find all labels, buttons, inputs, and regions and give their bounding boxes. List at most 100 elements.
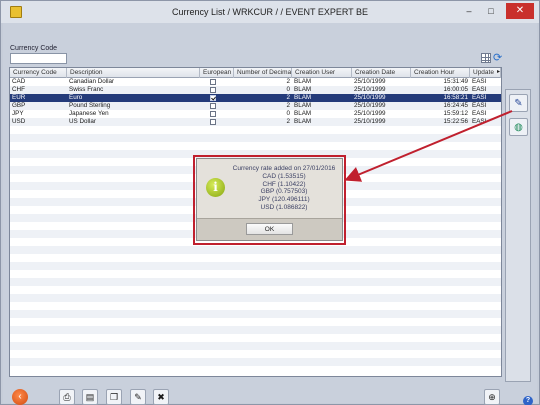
cell-decimals: 2 [286,78,290,85]
cell-decimals: 0 [286,86,290,93]
european-checkbox[interactable] [210,87,216,93]
cell-hour: 15:22:56 [443,118,468,125]
empty-row [10,310,501,318]
cell-user: BLAM [294,102,312,109]
empty-row [10,262,501,270]
add-icon[interactable]: ⊕ [484,389,500,405]
european-checkbox[interactable] [210,79,216,85]
delete-icon[interactable]: ✖ [153,389,169,405]
column-creation-user[interactable]: Creation User [292,68,352,78]
cell-code: USD [12,118,26,125]
empty-row [10,278,501,286]
cell-date: 25/10/1999 [354,110,386,117]
cell-code: EUR [12,94,26,101]
column-european[interactable]: European [200,68,234,78]
cell-update: EASI [472,118,487,125]
table-row[interactable]: USD US Dollar 2 BLAM 25/10/1999 15:22:56 EASI [10,118,501,126]
column-creation-date[interactable]: Creation Date [352,68,411,78]
empty-row [10,270,501,278]
maximize-button[interactable]: □ [485,6,497,17]
refresh-icon[interactable]: ⟳ [493,51,502,64]
empty-row [10,342,501,350]
cell-description: Pound Sterling [69,102,111,109]
help-icon[interactable]: ? [523,396,533,405]
table-row[interactable]: GBP Pound Sterling 2 BLAM 25/10/1999 16:24:45… [10,102,501,110]
cell-decimals: 2 [286,118,290,125]
document-icon[interactable]: ▤ [82,389,98,405]
minimize-button[interactable]: – [463,6,475,17]
edit-icon[interactable]: ✎ [130,389,146,405]
empty-row [10,142,501,150]
currency-code-label: Currency Code [10,45,58,52]
cell-hour: 15:31:49 [443,78,468,85]
title-bar: Currency List / WRKCUR / / EVENT EXPERT … [1,1,539,23]
european-checkbox[interactable] [210,119,216,125]
empty-row [10,294,501,302]
cell-user: BLAM [294,118,312,125]
cell-decimals: 2 [286,102,290,109]
cell-update: EASI [472,110,487,117]
cell-date: 25/10/1999 [354,102,386,109]
cell-hour: 16:00:05 [443,86,468,93]
empty-row [10,126,501,134]
empty-row [10,350,501,358]
cell-user: BLAM [294,110,312,117]
scroll-right-icon[interactable]: ▸ [497,68,500,75]
cell-description: Canadian Dollar [69,78,115,85]
european-checkbox[interactable] [210,95,216,101]
dialog-highlight-frame [193,155,346,245]
column-number-of-decimals[interactable]: Number of Decimals [234,68,292,78]
close-button[interactable]: ✕ [506,3,534,19]
cell-date: 25/10/1999 [354,86,386,93]
empty-row [10,302,501,310]
column-description[interactable]: Description [67,68,200,78]
cell-update: EASI [472,102,487,109]
grid-view-icon[interactable] [481,53,491,63]
globe-icon[interactable]: ◍ [509,118,528,136]
cell-user: BLAM [294,78,312,85]
european-checkbox[interactable] [210,111,216,117]
cell-description: US Dollar [69,118,96,125]
print-icon[interactable]: ⎙ [59,389,75,405]
side-toolbar: ✎ ◍ [505,89,531,382]
table-row[interactable]: CHF Swiss Franc 0 BLAM 25/10/1999 16:00:05 EAS… [10,86,501,94]
empty-row [10,134,501,142]
table-row[interactable]: CAD Canadian Dollar 2 BLAM 25/10/1999 15:31:4… [10,78,501,86]
cell-code: CHF [12,86,25,93]
table-header: Currency Code Description European Numbe… [10,68,501,78]
currency-code-input[interactable] [10,53,67,64]
cell-date: 25/10/1999 [354,118,386,125]
cell-update: EASI [472,94,487,101]
copy-icon[interactable]: ❐ [106,389,122,405]
empty-row [10,326,501,334]
empty-row [10,334,501,342]
empty-row [10,254,501,262]
empty-row [10,246,501,254]
cell-code: GBP [12,102,26,109]
cell-hour: 16:24:45 [443,102,468,109]
empty-row [10,358,501,366]
cell-decimals: 0 [286,110,290,117]
european-checkbox[interactable] [210,103,216,109]
cell-description: Japanese Yen [69,110,109,117]
empty-row [10,286,501,294]
column-creation-hour[interactable]: Creation Hour [411,68,470,78]
cell-update: EASI [472,78,487,85]
cell-code: JPY [12,110,24,117]
column-currency-code[interactable]: Currency Code [10,68,67,78]
empty-row [10,318,501,326]
cell-update: EASI [472,86,487,93]
back-icon[interactable]: ‹ [12,389,28,405]
cell-hour: 15:59:12 [443,110,468,117]
cell-date: 25/10/1999 [354,94,386,101]
cell-code: CAD [12,78,26,85]
cell-user: BLAM [294,86,312,93]
table-row[interactable]: EUR Euro 2 BLAM 25/10/1999 16:58:21 EASI [10,94,501,102]
pen-icon[interactable]: ✎ [509,94,528,112]
table-row[interactable]: JPY Japanese Yen 0 BLAM 25/10/1999 15:59:12 EA… [10,110,501,118]
cell-decimals: 2 [286,94,290,101]
cell-date: 25/10/1999 [354,78,386,85]
cell-description: Swiss Franc [69,86,104,93]
cell-user: BLAM [294,94,312,101]
cell-hour: 16:58:21 [443,94,468,101]
